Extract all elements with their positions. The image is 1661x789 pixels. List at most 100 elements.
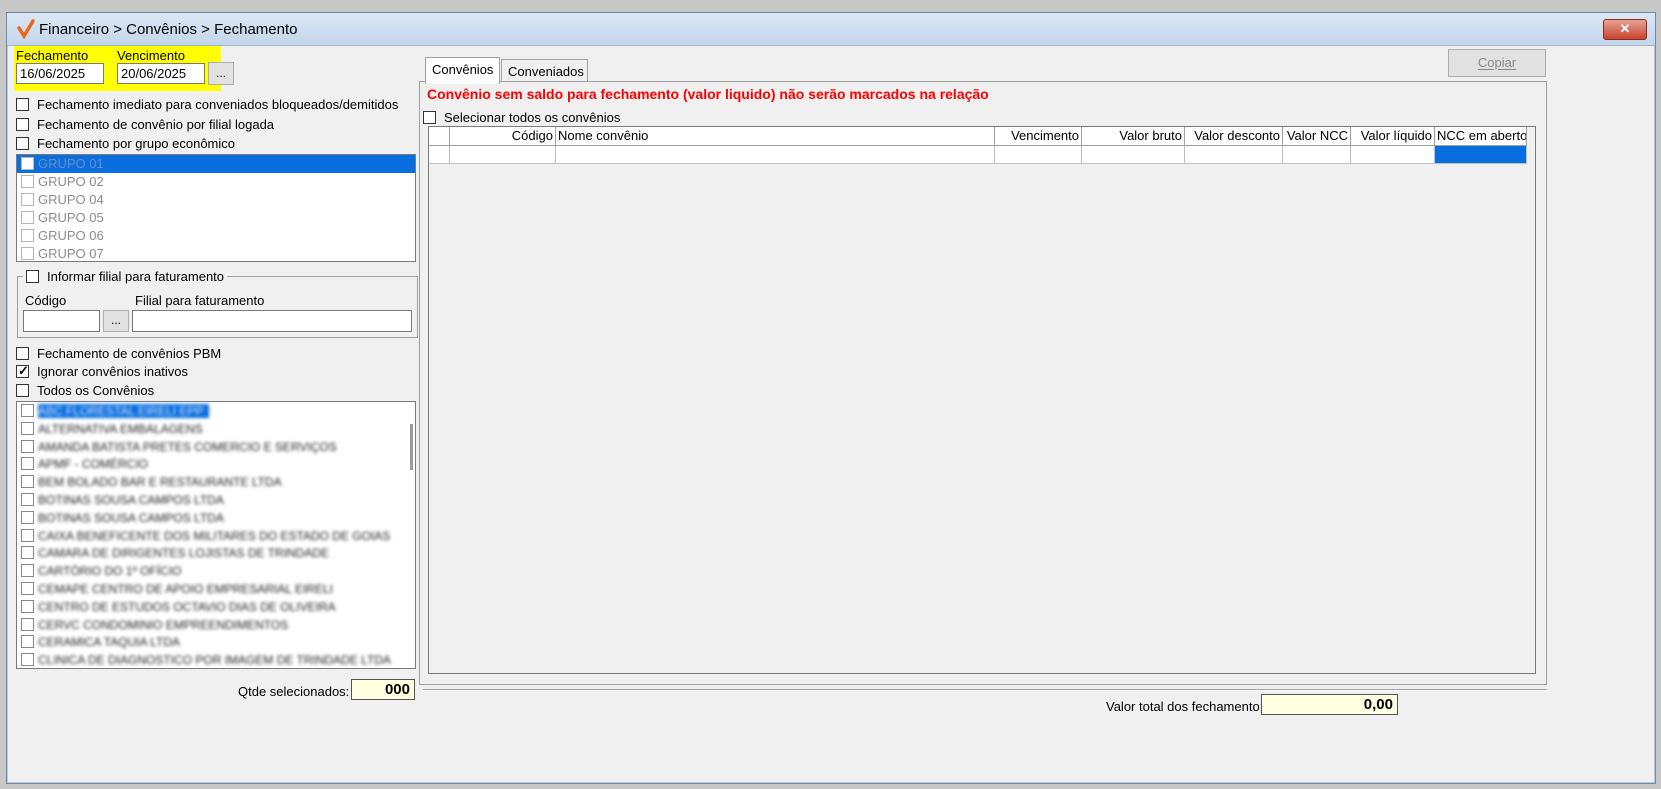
cell[interactable] [995, 146, 1082, 164]
group-item[interactable]: GRUPO 06 [17, 227, 415, 245]
total-label: Valor total dos fechamento: [1106, 699, 1264, 714]
convenio-checkbox[interactable] [21, 546, 34, 560]
option-ignorar-inativos[interactable]: ✓ Ignorar convênios inativos [16, 363, 188, 379]
cell[interactable] [1185, 146, 1283, 164]
list-item[interactable]: CAIXA BENEFICENTE DOS MILITARES DO ESTAD… [17, 527, 415, 545]
group-checkbox[interactable] [21, 175, 34, 188]
option-todos-convenios[interactable]: Todos os Convênios [16, 383, 154, 398]
todos-convenios-checkbox[interactable] [16, 384, 29, 397]
vencimento-date-field[interactable]: 20/06/2025 [117, 63, 205, 84]
option-fechamento-imediato[interactable]: Fechamento imediato para conveniados blo… [16, 97, 398, 112]
convenio-checkbox[interactable] [21, 510, 34, 524]
convenio-checkbox[interactable] [21, 617, 34, 631]
convenio-checkbox[interactable] [21, 528, 34, 542]
fechamento-imediato-checkbox[interactable] [16, 98, 29, 111]
col-codigo[interactable]: Código [450, 127, 556, 146]
convenio-checkbox[interactable] [21, 421, 34, 435]
group-item[interactable]: GRUPO 04 [17, 191, 415, 209]
checkmark-icon: ✓ [18, 363, 29, 378]
option-pbm[interactable]: Fechamento de convênios PBM [16, 346, 221, 361]
list-item[interactable]: APMF - COMÉRCIO [17, 455, 415, 473]
group-checkbox[interactable] [21, 229, 34, 242]
col-vencimento[interactable]: Vencimento [995, 127, 1082, 146]
date-picker-button[interactable]: ... [208, 62, 234, 85]
tab-convenios[interactable]: Convênios [425, 57, 500, 84]
convenios-grid[interactable]: Código Nome convênio Vencimento Valor br… [428, 126, 1536, 674]
close-button[interactable]: ✕ [1603, 19, 1647, 40]
option-selecionar-todos[interactable]: Selecionar todos os convênios [423, 110, 620, 125]
group-checkbox[interactable] [21, 157, 34, 170]
group-item[interactable]: GRUPO 07 [17, 245, 415, 261]
group-checkbox[interactable] [21, 193, 34, 206]
cell[interactable] [556, 146, 995, 164]
group-checkbox[interactable] [21, 247, 34, 260]
convenio-checkbox[interactable] [21, 599, 34, 613]
list-item[interactable]: CARTÓRIO DO 1º OFÍCIO [17, 562, 415, 580]
listbox-scrollbar[interactable] [410, 424, 413, 470]
list-item[interactable]: ABC FLORESTAL EIRELI EPP [17, 402, 415, 420]
convenio-checkbox[interactable] [21, 635, 34, 649]
convenio-label: CERAMICA TAQUIA LTDA [38, 635, 181, 650]
list-item[interactable]: CLINICA DE DIAGNOSTICO POR IMAGEM DE TRI… [17, 651, 415, 668]
col-valor-liquido[interactable]: Valor líquido [1351, 127, 1435, 146]
total-field: 0,00 [1261, 694, 1398, 715]
convenio-label: AMANDA BATISTA PRETES COMERCIO E SERVIÇO… [38, 439, 337, 454]
convenio-checkbox[interactable] [21, 457, 34, 471]
convenio-label: BOTINAS SOUSA CAMPOS LTDA [38, 492, 224, 507]
cell-selected[interactable] [1435, 146, 1527, 164]
fechamento-filial-checkbox[interactable] [16, 118, 29, 131]
grid-header: Código Nome convênio Vencimento Valor br… [429, 127, 1527, 146]
pbm-checkbox[interactable] [16, 347, 29, 360]
copiar-button[interactable]: Copiar [1448, 49, 1546, 77]
col-valor-ncc[interactable]: Valor NCC [1283, 127, 1351, 146]
cell[interactable] [1283, 146, 1351, 164]
convenio-label: BOTINAS SOUSA CAMPOS LTDA [38, 510, 224, 525]
list-item[interactable]: CERVC CONDOMINIO EMPREENDIMENTOS [17, 616, 415, 634]
convenios-listbox[interactable]: ABC FLORESTAL EIRELI EPP ALTERNATIVA EMBA… [16, 401, 416, 669]
list-item[interactable]: CENTRO DE ESTUDOS OCTAVIO DIAS DE OLIVEI… [17, 598, 415, 616]
group-item[interactable]: GRUPO 05 [17, 209, 415, 227]
convenio-checkbox[interactable] [21, 475, 34, 489]
cell[interactable] [1082, 146, 1185, 164]
warning-message: Convênio sem saldo para fechamento (valo… [427, 86, 989, 102]
convenio-checkbox[interactable] [21, 564, 34, 578]
tab-conveniados[interactable]: Conveniados [501, 59, 588, 83]
list-item[interactable]: BOTINAS SOUSA CAMPOS LTDA [17, 509, 415, 527]
group-item[interactable]: GRUPO 01 [17, 155, 415, 173]
col-valor-bruto[interactable]: Valor bruto [1082, 127, 1185, 146]
col-valor-desconto[interactable]: Valor desconto [1185, 127, 1283, 146]
todos-convenios-label: Todos os Convênios [37, 383, 155, 398]
selecionar-todos-checkbox[interactable] [423, 111, 436, 124]
convenio-checkbox[interactable] [21, 581, 34, 595]
ignorar-inativos-checkbox[interactable]: ✓ [16, 363, 29, 378]
list-item[interactable]: BOTINAS SOUSA CAMPOS LTDA [17, 491, 415, 509]
list-item[interactable]: ALTERNATIVA EMBALAGENS [17, 420, 415, 438]
option-fechamento-grupo[interactable]: Fechamento por grupo econômico [16, 136, 235, 151]
group-checkbox[interactable] [21, 211, 34, 224]
list-item[interactable]: BEM BOLADO BAR E RESTAURANTE LTDA [17, 473, 415, 491]
list-item[interactable]: AMANDA BATISTA PRETES COMERCIO E SERVIÇO… [17, 438, 415, 456]
informar-filial-checkbox[interactable] [26, 270, 39, 283]
cell[interactable] [1351, 146, 1435, 164]
filial-faturamento-field[interactable] [132, 310, 412, 332]
groups-listbox[interactable]: GRUPO 01 GRUPO 02 GRUPO 04 GRUPO 05 GRUP… [16, 154, 416, 262]
option-fechamento-filial[interactable]: Fechamento de convênio por filial logada [16, 117, 274, 132]
col-nome-convenio[interactable]: Nome convênio [556, 127, 995, 146]
convenio-checkbox[interactable] [21, 404, 34, 417]
group-item[interactable]: GRUPO 02 [17, 173, 415, 191]
convenio-checkbox[interactable] [21, 439, 34, 453]
table-row[interactable] [429, 146, 1527, 164]
fechamento-grupo-checkbox[interactable] [16, 137, 29, 150]
fechamento-date-field[interactable]: 16/06/2025 [16, 63, 104, 84]
list-item[interactable]: CEMAPE CENTRO DE APOIO EMPRESARIAL EIREL… [17, 580, 415, 598]
filial-picker-button[interactable]: ... [103, 310, 129, 332]
convenio-checkbox[interactable] [21, 492, 34, 506]
qtde-label: Qtde selecionados: [238, 684, 350, 699]
codigo-field[interactable] [23, 310, 100, 332]
col-ncc-aberto[interactable]: NCC em aberto [1435, 127, 1527, 146]
list-item[interactable]: CAMARA DE DIRIGENTES LOJISTAS DE TRINDAD… [17, 544, 415, 562]
list-item[interactable]: CERAMICA TAQUIA LTDA [17, 633, 415, 651]
cell[interactable] [450, 146, 556, 164]
convenio-checkbox[interactable] [21, 653, 34, 667]
option-informar-filial[interactable]: Informar filial para faturamento [23, 269, 228, 284]
